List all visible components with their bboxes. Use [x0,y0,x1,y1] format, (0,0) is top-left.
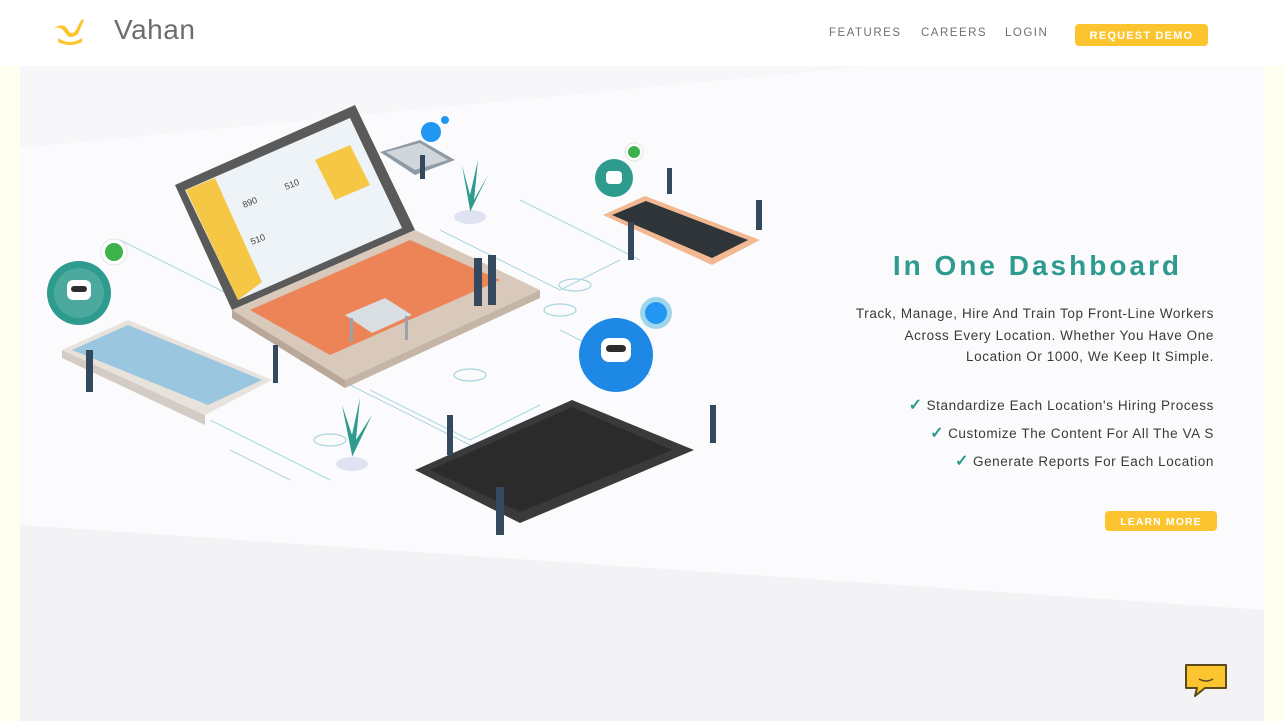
feature-item: ✓ Customize The Content For All The VA S [820,423,1214,443]
feature-item: ✓ Generate Reports For Each Location [820,451,1214,471]
hero-title: In One Dashboard [892,250,1182,281]
check-icon: ✓ [954,453,969,470]
hero-description-line: Across Every Location. Whether You Have … [904,327,1214,343]
feature-item: ✓ Standardize Each Location's Hiring Proc… [820,395,1214,415]
hero-description: Track, Manage, Hire And Train Top Front-… [820,303,1214,368]
nav-features-link[interactable]: FEATURES [829,27,902,39]
vahan-logo-icon[interactable] [52,14,88,46]
nav-careers-link[interactable]: CAREERS [921,27,987,39]
site-header: Vahan FEATURES CAREERS LOGIN REQUEST DEM… [0,0,1284,66]
learn-more-button[interactable]: LEARN MORE [1105,511,1217,531]
chat-widget-icon[interactable] [1183,662,1229,698]
nav-login-link[interactable]: LOGIN [1005,27,1048,39]
feature-text: Generate Reports For Each Location [972,454,1214,469]
tablet-image [415,400,694,523]
hero-description-line: Location Or 1000, We Keep It Simple. [966,349,1214,364]
plant-image-bottom [336,398,372,471]
brand-name[interactable]: Vahan [114,14,195,46]
hero-description-line: Track, Manage, Hire And Train Top Front-… [855,306,1214,321]
request-demo-button[interactable]: REQUEST DEMO [1075,24,1208,46]
laptop-image [175,105,540,388]
left-phone-image [62,320,272,425]
plant-image-top [454,160,488,224]
check-icon: ✓ [930,425,945,442]
feature-text: Customize The Content For All The VA S [948,426,1214,441]
right-phone-image [603,196,760,265]
feature-text: Standardize Each Location's Hiring Proce… [926,398,1214,413]
check-icon: ✓ [908,397,923,414]
